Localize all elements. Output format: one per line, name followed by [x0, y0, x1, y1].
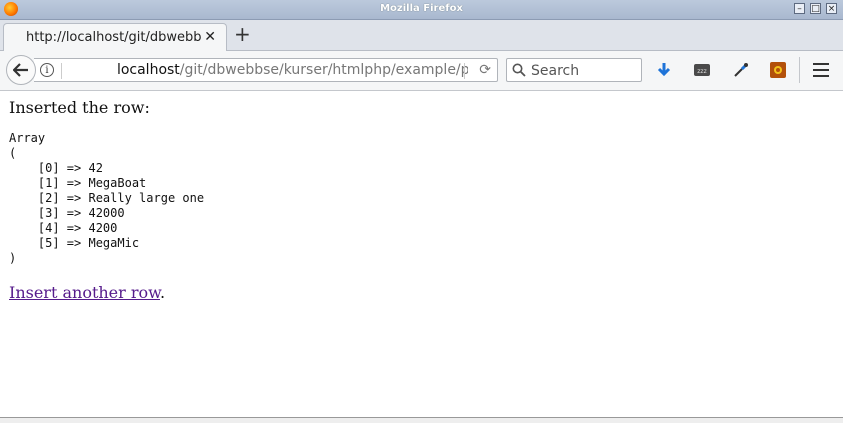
- search-input[interactable]: [529, 61, 638, 81]
- tab-active[interactable]: http://localhost/git/dbwebbse/kurser/htm…: [3, 23, 227, 51]
- new-tab-icon[interactable]: +: [234, 24, 251, 44]
- url-divider: [61, 63, 62, 79]
- url-bar[interactable]: i localhost/git/dbwebbse/kurser/htmlphp/…: [34, 58, 498, 82]
- site-info-icon[interactable]: i: [40, 63, 54, 77]
- insert-another-row-link[interactable]: Insert another row: [9, 283, 160, 302]
- window-title: Mozilla Firefox: [380, 3, 463, 14]
- url-text[interactable]: localhost/git/dbwebbse/kurser/htmlphp/ex…: [68, 62, 468, 78]
- array-open: Array (: [9, 131, 46, 160]
- sleep-icon[interactable]: zzz: [693, 61, 711, 79]
- tab-title: http://localhost/git/dbwebbse/kurser/htm…: [26, 30, 201, 45]
- url-host: localhost: [116, 62, 180, 78]
- toolbar-divider: [799, 57, 800, 83]
- array-row: [0] => 42: [9, 161, 103, 175]
- minimize-icon[interactable]: –: [794, 3, 805, 14]
- eyedropper-icon[interactable]: [732, 61, 750, 79]
- array-row: [5] => MegaMic: [9, 236, 140, 250]
- extension-icon[interactable]: [769, 61, 787, 79]
- array-output: Array ( [0] => 42 [1] => MegaBoat [2] =>…: [9, 131, 843, 266]
- back-button[interactable]: [6, 55, 36, 85]
- link-suffix: .: [159, 283, 166, 302]
- url-divider-right: [464, 63, 465, 79]
- insert-line: Insert another row.: [9, 283, 843, 302]
- menu-icon[interactable]: [813, 63, 829, 77]
- array-row: [3] => 42000: [9, 206, 125, 220]
- page-content: Inserted the row: Array ( [0] => 42 [1] …: [9, 92, 843, 302]
- page-heading: Inserted the row:: [9, 98, 150, 117]
- close-window-icon[interactable]: ×: [826, 3, 837, 14]
- array-row: [1] => MegaBoat: [9, 176, 147, 190]
- reload-icon[interactable]: ⟳: [479, 62, 491, 78]
- status-bar: [0, 417, 843, 423]
- array-close: ): [9, 251, 17, 265]
- download-icon[interactable]: [655, 61, 673, 79]
- search-box[interactable]: [506, 58, 642, 82]
- search-icon: [512, 63, 526, 77]
- tab-close-icon[interactable]: ✕: [204, 29, 216, 45]
- array-row: [2] => Really large one: [9, 191, 205, 205]
- title-bar: Mozilla Firefox – □ ×: [0, 0, 843, 20]
- url-path: /git/dbwebbse/kurser/htmlphp/example/pdo…: [179, 62, 468, 78]
- tab-strip: http://localhost/git/dbwebbse/kurser/htm…: [0, 20, 843, 51]
- svg-text:zzz: zzz: [697, 68, 706, 75]
- back-arrow-icon: [12, 63, 28, 77]
- nav-bar: i localhost/git/dbwebbse/kurser/htmlphp/…: [0, 51, 843, 91]
- array-row: [4] => 4200: [9, 221, 118, 235]
- maximize-icon[interactable]: □: [810, 3, 821, 14]
